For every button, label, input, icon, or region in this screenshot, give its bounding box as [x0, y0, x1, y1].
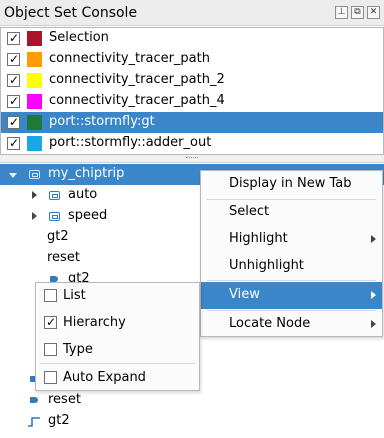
object-set-checkbox[interactable]: ✓ — [7, 136, 20, 150]
object-set-checkbox[interactable]: ✓ — [7, 73, 20, 87]
checkmark-icon: ✓ — [9, 52, 20, 66]
port-icon — [30, 397, 38, 403]
panel-header: Object Set Console ⊥ ⧉ ✕ — [0, 0, 384, 26]
collapse-arrow-icon[interactable] — [32, 191, 37, 199]
splitter-handle[interactable] — [0, 155, 384, 162]
menu-item-highlight[interactable]: Highlight — [201, 226, 382, 252]
menu-item-select[interactable]: Select — [201, 199, 382, 225]
menu-item-display-new-tab[interactable]: Display in New Tab — [201, 171, 382, 197]
view-option-hierarchy[interactable]: ✓ Hierarchy — [36, 310, 199, 336]
tree-node-label: gt2 — [48, 413, 70, 428]
object-set-label: Selection — [49, 30, 109, 45]
object-set-list: ✓ Selection ✓ connectivity_tracer_path ✓… — [0, 27, 384, 155]
object-set-row-port-stormfly-adder-out[interactable]: ✓ port::stormfly::adder_out — [1, 133, 383, 154]
menu-item-label: Select — [229, 204, 270, 219]
collapse-arrow-icon[interactable] — [32, 212, 37, 220]
checkmark-icon: ✓ — [9, 31, 20, 45]
view-option-label: Hierarchy — [63, 315, 126, 330]
object-set-row-port-stormfly-gt[interactable]: ✓ port::stormfly:gt — [1, 112, 383, 133]
submenu-arrow-icon — [371, 320, 376, 328]
type-checkbox[interactable] — [44, 343, 57, 356]
menu-separator — [207, 280, 376, 281]
expand-arrow-icon[interactable] — [9, 173, 17, 178]
context-menu: Display in New Tab Select Highlight Unhi… — [200, 170, 383, 337]
view-option-auto-expand[interactable]: Auto Expand — [36, 365, 199, 391]
tree-node-label: reset — [48, 392, 81, 407]
object-set-label: port::stormfly::adder_out — [49, 135, 212, 150]
splitter-grip-icon — [186, 157, 198, 160]
object-set-label: connectivity_tracer_path — [49, 51, 210, 66]
tree-node-label: speed — [68, 208, 108, 223]
view-option-type[interactable]: Type — [36, 337, 199, 363]
panel-title: Object Set Console — [4, 5, 138, 21]
object-set-row-connectivity-tracer-path-4[interactable]: ✓ connectivity_tracer_path_4 — [1, 91, 383, 112]
object-set-row-selection[interactable]: ✓ Selection — [1, 28, 383, 49]
object-set-row-connectivity-tracer-path-2[interactable]: ✓ connectivity_tracer_path_2 — [1, 70, 383, 91]
tree-node-label: my_chiptrip — [48, 166, 125, 181]
instance-icon — [49, 212, 60, 221]
checkmark-icon: ✓ — [9, 73, 20, 87]
checkmark-icon: ✓ — [9, 136, 20, 150]
object-set-row-connectivity-tracer-path[interactable]: ✓ connectivity_tracer_path — [1, 49, 383, 70]
object-set-label: connectivity_tracer_path_4 — [49, 93, 225, 108]
close-icon[interactable]: ✕ — [367, 6, 380, 19]
checkmark-icon: ✓ — [9, 115, 20, 129]
float-icon[interactable]: ⧉ — [351, 6, 364, 19]
object-set-checkbox[interactable]: ✓ — [7, 94, 20, 108]
object-set-checkbox[interactable]: ✓ — [7, 31, 20, 45]
menu-item-label: Display in New Tab — [229, 176, 352, 191]
menu-item-locate-node[interactable]: Locate Node — [201, 311, 382, 337]
view-submenu: List ✓ Hierarchy Type Auto Expand — [35, 282, 200, 391]
checkmark-icon: ✓ — [46, 315, 57, 329]
view-option-label: Auto Expand — [63, 370, 146, 385]
view-option-list[interactable]: List — [36, 283, 199, 309]
tree-node-gt2-signal[interactable]: gt2 — [0, 411, 384, 432]
menu-item-label: View — [229, 287, 260, 302]
menu-separator — [40, 363, 195, 364]
hierarchy-checkbox[interactable]: ✓ — [44, 315, 57, 329]
color-swatch — [27, 52, 42, 67]
menu-item-label: Locate Node — [229, 316, 311, 331]
submenu-arrow-icon — [371, 235, 376, 243]
tree-node-label: gt2 — [47, 229, 69, 244]
tree-node-reset-port[interactable]: reset — [0, 390, 384, 411]
object-set-checkbox[interactable]: ✓ — [7, 52, 20, 66]
list-checkbox[interactable] — [44, 289, 57, 302]
instance-icon — [29, 170, 40, 179]
auto-expand-checkbox[interactable] — [44, 371, 57, 384]
view-option-label: List — [63, 288, 86, 303]
color-swatch — [27, 94, 42, 109]
object-set-checkbox[interactable]: ✓ — [7, 115, 20, 129]
instance-icon — [49, 191, 60, 200]
submenu-arrow-icon — [371, 291, 376, 299]
menu-item-unhighlight[interactable]: Unhighlight — [201, 253, 382, 279]
color-swatch — [27, 136, 42, 151]
view-option-label: Type — [63, 342, 93, 357]
object-set-label: connectivity_tracer_path_2 — [49, 72, 225, 87]
menu-item-label: Unhighlight — [229, 258, 304, 273]
pin-icon[interactable]: ⊥ — [335, 6, 348, 19]
color-swatch — [27, 115, 42, 130]
signal-icon — [28, 417, 40, 427]
checkmark-icon: ✓ — [9, 94, 20, 108]
color-swatch — [27, 73, 42, 88]
tree-node-label: auto — [68, 187, 98, 202]
menu-item-view[interactable]: View — [201, 282, 382, 309]
object-set-label: port::stormfly:gt — [49, 114, 155, 129]
menu-item-label: Highlight — [229, 231, 288, 246]
tree-node-label: reset — [47, 250, 80, 265]
color-swatch — [27, 31, 42, 46]
